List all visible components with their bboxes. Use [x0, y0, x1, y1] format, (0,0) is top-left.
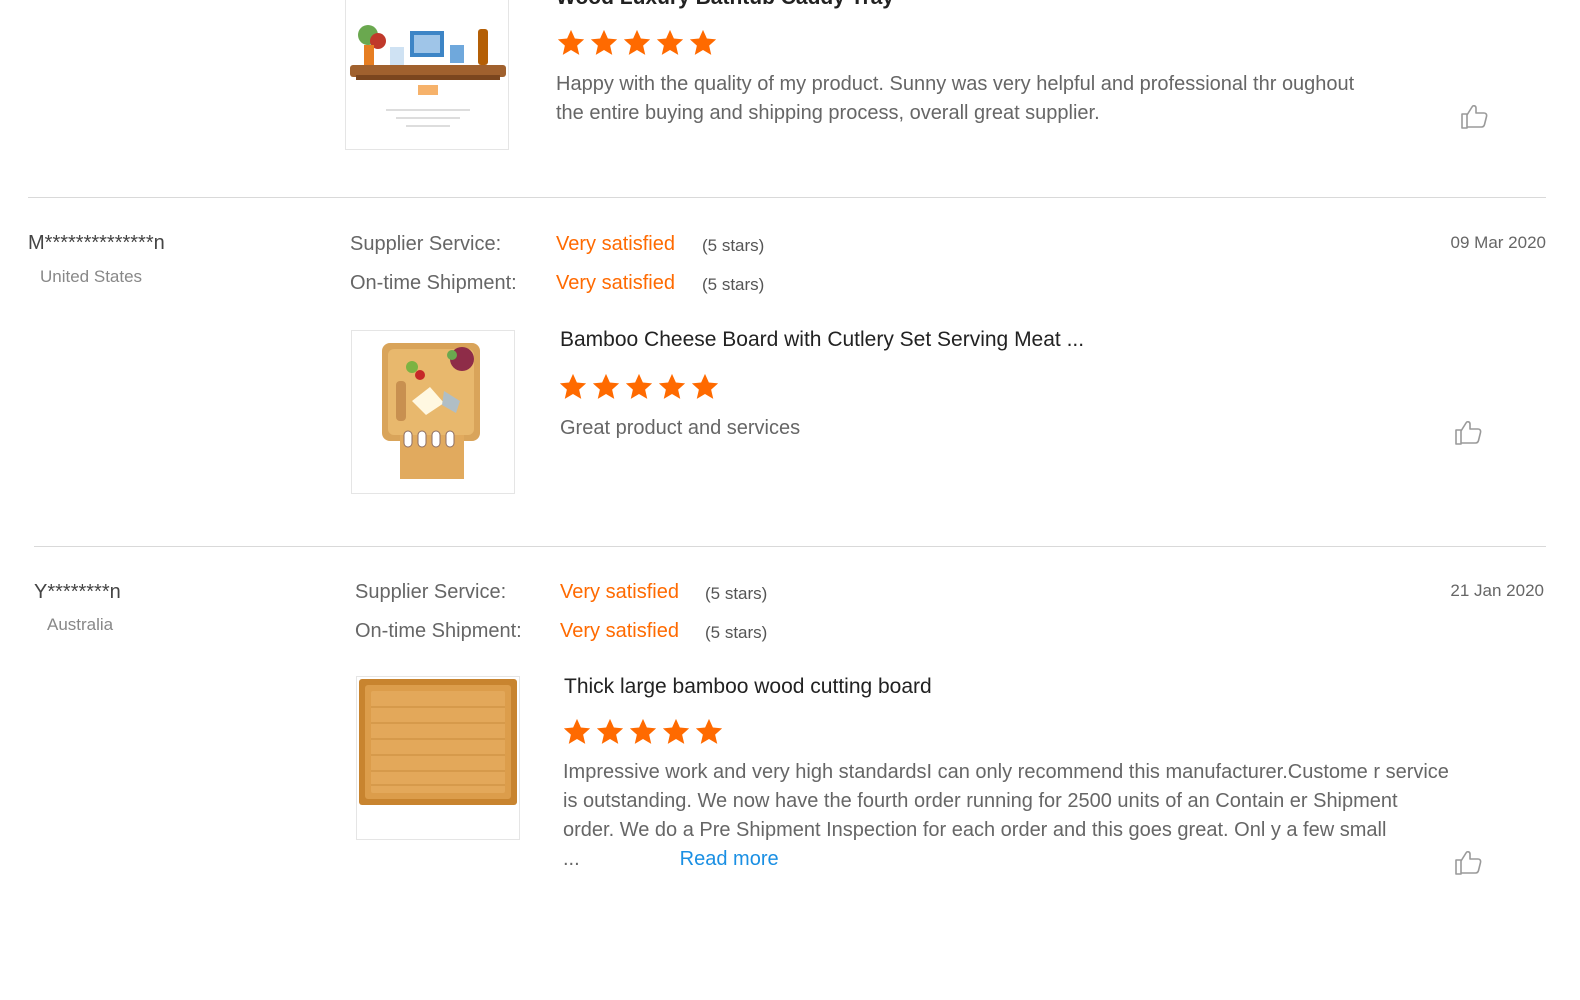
review-item: Wood Luxury Bathtub Caddy Tray Happy wit…	[0, 0, 1580, 200]
star-icon	[695, 718, 723, 744]
shipment-value: Very satisfied	[556, 272, 675, 294]
shipment-stars: (5 stars)	[705, 623, 768, 642]
star-icon	[689, 29, 717, 55]
supplier-service-stars: (5 stars)	[702, 236, 765, 255]
product-title[interactable]: Wood Luxury Bathtub Caddy Tray	[556, 0, 894, 10]
shipment-label: On-time Shipment:	[350, 272, 517, 294]
shipment-value: Very satisfied	[560, 620, 679, 642]
star-icon	[557, 29, 585, 55]
review-text: Great product and services	[560, 417, 801, 439]
cheese-board-image	[352, 331, 514, 493]
bathtub-caddy-image	[346, 0, 508, 149]
star-icon	[623, 29, 651, 55]
product-thumbnail[interactable]	[356, 676, 520, 840]
review-item: M**************n United States Supplier …	[0, 200, 1580, 545]
star-icon	[590, 29, 618, 55]
product-thumbnail[interactable]	[351, 330, 515, 494]
product-rating-stars	[556, 28, 718, 58]
star-icon	[592, 373, 620, 399]
thumbs-up-icon[interactable]	[1452, 416, 1484, 448]
shipment-label: On-time Shipment:	[355, 620, 522, 642]
product-title[interactable]: Bamboo Cheese Board with Cutlery Set Ser…	[560, 328, 1084, 352]
review-text: Happy with the quality of my product. Su…	[556, 73, 1355, 124]
review-date: 21 Jan 2020	[1450, 581, 1544, 600]
reviewer-country: United States	[40, 267, 143, 286]
product-rating-stars	[558, 372, 720, 402]
product-thumbnail[interactable]	[345, 0, 509, 150]
review-item: Y********n Australia Supplier Service: V…	[0, 548, 1580, 948]
star-icon	[691, 373, 719, 399]
star-icon	[629, 718, 657, 744]
review-divider	[28, 197, 1546, 198]
supplier-service-value: Very satisfied	[556, 233, 675, 255]
reviewer-country: Australia	[47, 615, 114, 634]
supplier-service-value: Very satisfied	[560, 581, 679, 603]
supplier-service-label: Supplier Service:	[355, 581, 507, 603]
star-icon	[596, 718, 624, 744]
shipment-stars: (5 stars)	[702, 275, 765, 294]
thumbs-up-icon[interactable]	[1452, 846, 1484, 878]
thumbs-up-icon[interactable]	[1458, 100, 1490, 132]
reviewer-name: M**************n	[28, 232, 165, 254]
star-icon	[559, 373, 587, 399]
star-icon	[656, 29, 684, 55]
review-date: 09 Mar 2020	[1450, 233, 1546, 252]
read-more-link[interactable]: Read more	[680, 848, 779, 870]
star-icon	[563, 718, 591, 744]
cutting-board-image	[357, 677, 519, 839]
product-rating-stars	[562, 717, 724, 747]
star-icon	[662, 718, 690, 744]
reviewer-name: Y********n	[34, 581, 121, 603]
review-divider	[34, 546, 1546, 547]
supplier-service-stars: (5 stars)	[705, 584, 768, 603]
product-title[interactable]: Thick large bamboo wood cutting board	[564, 675, 932, 699]
supplier-service-label: Supplier Service:	[350, 233, 502, 255]
star-icon	[658, 373, 686, 399]
star-icon	[625, 373, 653, 399]
review-text: Impressive work and very high standardsI…	[563, 758, 1453, 874]
